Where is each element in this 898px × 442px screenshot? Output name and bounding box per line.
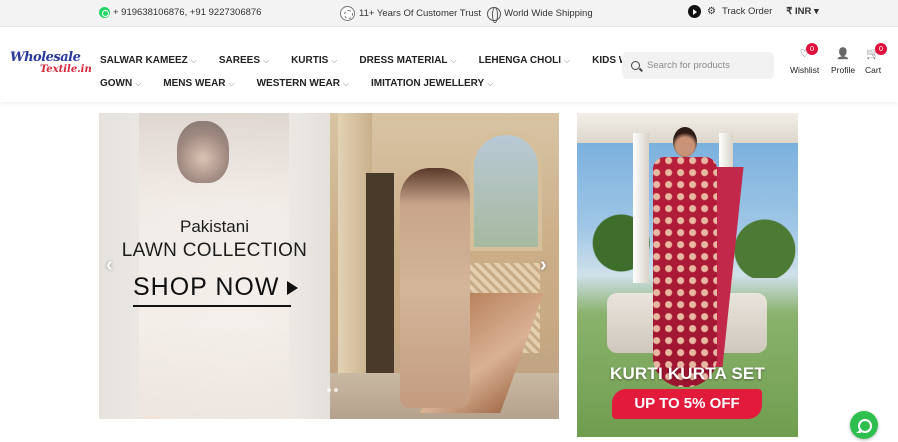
- nav-label: LEHENGA CHOLI: [478, 55, 562, 66]
- nav-item-kurtis[interactable]: KURTIS ⌵: [291, 55, 337, 66]
- slider-prev-arrow[interactable]: ‹: [106, 254, 113, 277]
- user-icon: 👤: [836, 48, 850, 60]
- nav-label: IMITATION JEWELLERY: [371, 78, 485, 89]
- nav-item-gown[interactable]: GOWN ⌵: [100, 78, 141, 89]
- model-image: [400, 168, 470, 408]
- nav-item-lehenga-choli[interactable]: LEHENGA CHOLI ⌵: [479, 55, 571, 66]
- promo-banner-kurti[interactable]: KURTI KURTA SET UP TO 5% OFF: [577, 113, 798, 437]
- gear-icon: ⚙: [707, 6, 716, 17]
- banner-line-2: LAWN COLLECTION: [121, 240, 308, 261]
- shipping-text: World Wide Shipping: [504, 8, 593, 19]
- nav-label: SALWAR KAMEEZ: [100, 55, 188, 66]
- trust-badge-icon: [340, 6, 355, 21]
- search-input[interactable]: [647, 60, 762, 71]
- currency-label: ₹ INR: [786, 6, 812, 17]
- nav-label: MENS WEAR: [163, 78, 226, 89]
- logo-line-2: Textile.in: [40, 64, 92, 75]
- search-box[interactable]: [622, 52, 774, 79]
- kurta-image: [653, 157, 717, 387]
- phone-numbers[interactable]: + 919638106876, +91 9227306876: [113, 7, 261, 18]
- track-order-link[interactable]: Track Order: [722, 6, 772, 17]
- phone-contact[interactable]: + 919638106876, +91 9227306876: [99, 7, 261, 18]
- chevron-down-icon: ⌵: [331, 55, 338, 65]
- nav-row-2: GOWN ⌵ MENS WEAR ⌵ WESTERN WEAR ⌵ IMITATION…: [100, 72, 620, 95]
- hero-slider[interactable]: Pakistani LAWN COLLECTION SHOP NOW ‹ ›: [99, 113, 559, 419]
- trust-text: 11+ Years Of Customer Trust: [359, 8, 482, 19]
- nav-item-mens-wear[interactable]: MENS WEAR ⌵: [163, 78, 234, 89]
- nav-item-dress-material[interactable]: DRESS MATERIAL ⌵: [359, 55, 456, 66]
- chevron-down-icon: ⌵: [135, 78, 142, 88]
- trust-strip: 11+ Years Of Customer Trust World Wide S…: [340, 6, 593, 23]
- model-head-image: [673, 127, 697, 157]
- nav-label: WESTERN WEAR: [256, 78, 340, 89]
- play-store-icon[interactable]: [688, 5, 701, 18]
- main-nav: SALWAR KAMEEZ ⌵ SAREES ⌵ KURTIS ⌵ DRESS MAT…: [100, 49, 658, 95]
- banner-overlay: [99, 113, 330, 419]
- chevron-down-icon: ⌵: [450, 55, 457, 65]
- slider-dots: [327, 388, 338, 392]
- chevron-down-icon: ⌵: [564, 55, 571, 65]
- wishlist-label: Wishlist: [790, 65, 820, 75]
- promo-offer-badge[interactable]: UP TO 5% OFF: [612, 389, 762, 419]
- cart-count-badge: 0: [875, 43, 887, 55]
- site-header: Wholesale Textile.in SALWAR KAMEEZ ⌵ SARE…: [0, 27, 898, 102]
- chevron-down-icon: ⌵: [190, 55, 197, 65]
- chevron-down-icon: ⌵: [342, 78, 350, 88]
- slider-dot[interactable]: [334, 388, 338, 392]
- play-triangle-icon: [287, 280, 299, 295]
- arch-window-image: [470, 131, 542, 251]
- nav-label: KURTIS: [291, 55, 329, 66]
- hero-banner-photo: [330, 113, 559, 419]
- search-icon[interactable]: [631, 61, 640, 70]
- promo-title: KURTI KURTA SET: [609, 364, 766, 383]
- nav-label: DRESS MATERIAL: [359, 55, 448, 66]
- wishlist-button[interactable]: ♡ 0 Wishlist: [790, 43, 820, 75]
- banner-line-1: Pakistani: [180, 217, 249, 236]
- profile-label: Profile: [831, 65, 856, 75]
- nav-label: GOWN: [100, 78, 133, 89]
- chevron-down-icon: ⌵: [487, 78, 494, 88]
- shipping-info: World Wide Shipping: [487, 6, 593, 23]
- top-bar: + 919638106876, +91 9227306876 11+ Years…: [0, 0, 898, 27]
- profile-button[interactable]: 👤 Profile: [831, 47, 855, 75]
- chevron-down-icon: ▾: [813, 6, 819, 17]
- hero-banner-lawn: Pakistani LAWN COLLECTION SHOP NOW: [99, 113, 330, 419]
- shop-now-button[interactable]: SHOP NOW: [133, 273, 299, 302]
- nav-label: SAREES: [218, 55, 260, 66]
- nav-item-western-wear[interactable]: WESTERN WEAR ⌵: [257, 78, 349, 89]
- cart-label: Cart: [865, 65, 882, 75]
- chevron-down-icon: ⌵: [262, 55, 270, 65]
- wishlist-count-badge: 0: [806, 43, 818, 55]
- cta-underline: [133, 305, 291, 307]
- cart-button[interactable]: 🛒 0 Cart: [865, 43, 887, 75]
- chevron-down-icon: ⌵: [228, 78, 235, 88]
- currency-selector[interactable]: ₹ INR ▾: [786, 6, 818, 17]
- nav-row-1: SALWAR KAMEEZ ⌵ SAREES ⌵ KURTIS ⌵ DRESS MAT…: [100, 49, 658, 72]
- whatsapp-icon: [99, 7, 110, 18]
- doorway-image: [366, 173, 394, 383]
- whatsapp-chat-button[interactable]: [850, 411, 878, 439]
- nav-item-sarees[interactable]: SAREES ⌵: [219, 55, 269, 66]
- shop-now-label: SHOP NOW: [133, 273, 280, 301]
- logo-line-1: Wholesale: [10, 50, 81, 65]
- nav-item-imitation-jewellery[interactable]: IMITATION JEWELLERY ⌵: [371, 78, 493, 89]
- slider-next-arrow[interactable]: ›: [540, 254, 547, 277]
- top-bar-actions: ⚙ Track Order ₹ INR ▾: [688, 5, 819, 18]
- site-logo[interactable]: Wholesale Textile.in: [10, 50, 92, 81]
- globe-icon: [487, 6, 502, 23]
- nav-item-salwar-kameez[interactable]: SALWAR KAMEEZ ⌵: [100, 55, 197, 66]
- slider-dot[interactable]: [327, 388, 331, 392]
